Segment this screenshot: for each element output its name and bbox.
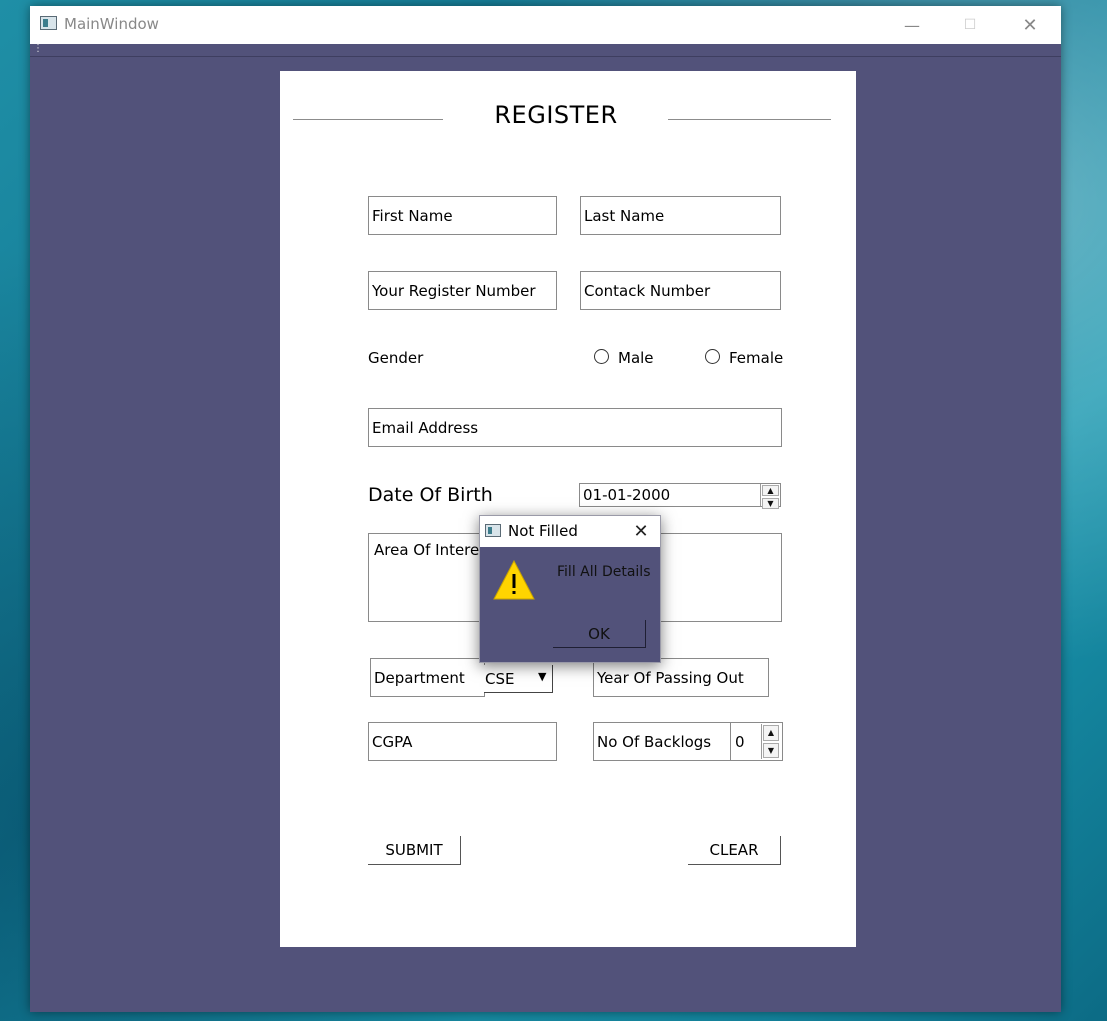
- gender-label: Gender: [368, 349, 424, 367]
- clear-button[interactable]: CLEAR: [688, 836, 781, 865]
- toolbar-grip-icon[interactable]: ⋮: [33, 44, 43, 54]
- dob-down-arrow-icon[interactable]: ▼: [762, 498, 779, 509]
- warning-icon: [493, 559, 535, 600]
- dialog-title: Not Filled: [508, 522, 578, 540]
- email-input[interactable]: Email Address: [368, 408, 782, 447]
- dialog-app-icon: [485, 524, 501, 537]
- backlogs-value: 0: [735, 732, 745, 751]
- backlogs-label: No Of Backlogs: [593, 722, 731, 761]
- backlogs-down-arrow-icon[interactable]: ▼: [763, 742, 779, 758]
- maximize-button[interactable]: ☐: [947, 6, 993, 44]
- register-form-panel: REGISTER First Name Last Name Your Regis…: [280, 71, 856, 947]
- dropdown-arrow-icon[interactable]: ▼: [538, 670, 546, 683]
- dob-date-edit[interactable]: 01-01-2000: [579, 483, 781, 507]
- department-value: CSE: [485, 670, 515, 688]
- register-number-input[interactable]: Your Register Number: [368, 271, 557, 310]
- dob-label: Date Of Birth: [368, 484, 493, 506]
- backlogs-spinner[interactable]: ▲ ▼: [761, 724, 780, 759]
- dialog-message: Fill All Details: [557, 564, 651, 580]
- year-of-passing-input[interactable]: Year Of Passing Out: [593, 658, 769, 697]
- male-radio-label[interactable]: Male: [618, 349, 654, 367]
- window-title: MainWindow: [64, 15, 159, 33]
- submit-button[interactable]: SUBMIT: [368, 836, 461, 865]
- dob-up-arrow-icon[interactable]: ▲: [762, 485, 779, 496]
- dialog-titlebar[interactable]: Not Filled ✕: [480, 516, 660, 547]
- dob-value: 01-01-2000: [583, 486, 671, 504]
- not-filled-dialog: Not Filled ✕ Fill All Details OK: [479, 515, 661, 663]
- first-name-input[interactable]: First Name: [368, 196, 557, 235]
- department-combo[interactable]: CSE ▼: [484, 665, 553, 693]
- form-title: REGISTER: [494, 101, 618, 129]
- dob-spinner[interactable]: ▲ ▼: [760, 484, 780, 509]
- menu-bar: [30, 44, 1061, 57]
- last-name-input[interactable]: Last Name: [580, 196, 781, 235]
- close-button[interactable]: ✕: [1007, 6, 1053, 44]
- female-radio-label[interactable]: Female: [729, 349, 783, 367]
- female-radio[interactable]: [705, 349, 720, 364]
- contact-number-input[interactable]: Contack Number: [580, 271, 781, 310]
- male-radio[interactable]: [594, 349, 609, 364]
- minimize-button[interactable]: —: [889, 6, 935, 44]
- dialog-ok-button[interactable]: OK: [553, 620, 646, 648]
- cgpa-input[interactable]: CGPA: [368, 722, 557, 761]
- main-window: MainWindow — ☐ ✕ ⋮ REGISTER First Name L…: [30, 6, 1061, 1012]
- department-label: Department: [370, 658, 485, 697]
- app-icon: [40, 16, 57, 30]
- window-titlebar[interactable]: MainWindow — ☐ ✕: [30, 6, 1061, 44]
- backlogs-up-arrow-icon[interactable]: ▲: [763, 725, 779, 741]
- dialog-close-button[interactable]: ✕: [628, 519, 654, 543]
